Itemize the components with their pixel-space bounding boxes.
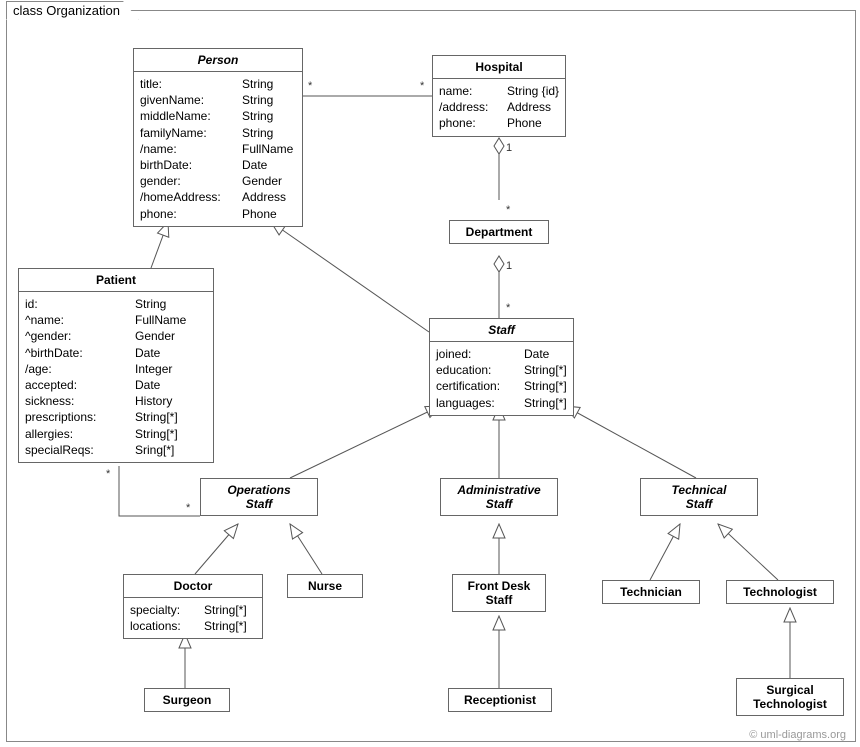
class-title: Technologist (727, 581, 833, 603)
class-nurse: Nurse (287, 574, 363, 598)
class-receptionist: Receptionist (448, 688, 552, 712)
class-title: Person (134, 49, 302, 72)
class-hospital: Hospital name:String {id}/address:Addres… (432, 55, 566, 137)
class-title: Hospital (433, 56, 565, 79)
credit-text: © uml-diagrams.org (749, 729, 846, 741)
class-title: Patient (19, 269, 213, 292)
multiplicity: * (506, 204, 510, 216)
multiplicity: * (506, 302, 510, 314)
class-title: Receptionist (449, 689, 551, 711)
class-technician: Technician (602, 580, 700, 604)
class-title: Nurse (288, 575, 362, 597)
class-title: Technician (603, 581, 699, 603)
frame-title: class Organization (6, 1, 139, 20)
class-administrative-staff: Administrative Staff (440, 478, 558, 516)
class-patient: Patient id:String^name:FullName^gender:G… (18, 268, 214, 463)
multiplicity: * (106, 468, 110, 480)
multiplicity: * (186, 502, 190, 514)
class-title: Technical Staff (641, 479, 757, 515)
class-person: Person title:StringgivenName:Stringmiddl… (133, 48, 303, 227)
class-title: Department (450, 221, 548, 243)
class-title: Staff (430, 319, 573, 342)
class-operations-staff: Operations Staff (200, 478, 318, 516)
class-department: Department (449, 220, 549, 244)
class-title: Doctor (124, 575, 262, 598)
class-title: Surgeon (145, 689, 229, 711)
multiplicity: 1 (506, 142, 512, 154)
class-technologist: Technologist (726, 580, 834, 604)
class-title: Surgical Technologist (737, 679, 843, 715)
multiplicity: * (420, 80, 424, 92)
class-technical-staff: Technical Staff (640, 478, 758, 516)
class-title: Front Desk Staff (453, 575, 545, 611)
multiplicity: * (308, 80, 312, 92)
class-staff: Staff joined:Dateeducation:String[*]cert… (429, 318, 574, 416)
class-front-desk-staff: Front Desk Staff (452, 574, 546, 612)
class-doctor: Doctor specialty:String[*]locations:Stri… (123, 574, 263, 639)
class-surgeon: Surgeon (144, 688, 230, 712)
multiplicity: 1 (506, 260, 512, 272)
class-surgical-technologist: Surgical Technologist (736, 678, 844, 716)
class-title: Administrative Staff (441, 479, 557, 515)
class-title: Operations Staff (201, 479, 317, 515)
